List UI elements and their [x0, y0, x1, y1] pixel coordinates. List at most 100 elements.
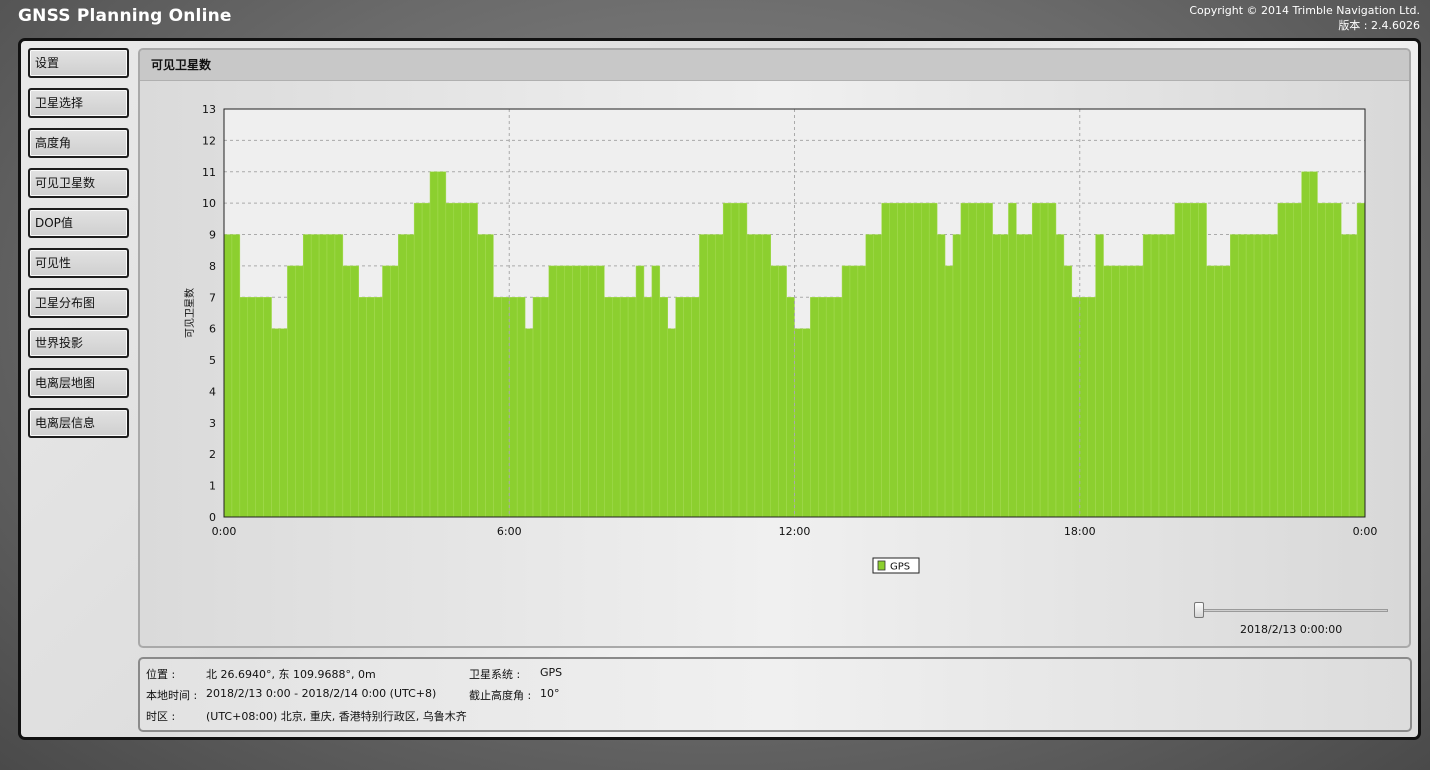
- y-axis-label: 可见卫星数: [183, 288, 196, 338]
- legend-label-gps: GPS: [890, 562, 910, 573]
- bar: [1055, 234, 1065, 518]
- bar: [1293, 202, 1302, 518]
- system-value: GPS: [540, 666, 563, 679]
- bar: [1285, 202, 1294, 518]
- bar: [913, 202, 922, 518]
- bar: [1245, 234, 1255, 518]
- bar: [524, 328, 534, 518]
- bar: [263, 297, 272, 518]
- sidebar-item-world-view[interactable]: 世界投影: [28, 328, 129, 358]
- bar: [1206, 265, 1215, 518]
- bar: [1087, 297, 1096, 518]
- bar: [1150, 234, 1160, 518]
- sidebar-item-ionosphere-map[interactable]: 电离层地图: [28, 368, 129, 398]
- bar: [532, 297, 542, 518]
- bar: [936, 234, 946, 518]
- bar: [421, 202, 431, 518]
- bar: [580, 265, 589, 518]
- bar: [683, 297, 692, 518]
- sidebar-item-ionosphere-info[interactable]: 电离层信息: [28, 408, 129, 438]
- y-tick-label: 11: [202, 166, 216, 179]
- bar: [1103, 265, 1112, 518]
- y-tick-label: 5: [209, 354, 216, 367]
- bar: [1269, 234, 1279, 518]
- y-tick-label: 8: [209, 260, 216, 273]
- bar: [429, 171, 439, 518]
- bar: [1000, 234, 1009, 518]
- sidebar-nav: 设置 卫星选择 高度角 可见卫星数 DOP值 可见性 卫星分布图 世界投影 电离…: [28, 48, 129, 448]
- bar: [556, 265, 565, 518]
- bar: [405, 234, 415, 518]
- bar: [516, 297, 526, 518]
- bar: [469, 202, 478, 518]
- bar: [722, 202, 732, 518]
- bar: [477, 234, 486, 518]
- time-slider-handle[interactable]: [1194, 602, 1204, 618]
- x-tick-label: 0:00: [1353, 525, 1378, 538]
- copyright-text: Copyright © 2014 Trimble Navigation Ltd.: [1189, 4, 1420, 17]
- bar: [310, 234, 320, 518]
- sidebar-item-dop[interactable]: DOP值: [28, 208, 129, 238]
- bar: [635, 265, 645, 518]
- bar: [881, 202, 890, 518]
- bar: [794, 328, 803, 518]
- bar: [271, 328, 280, 518]
- bar: [231, 234, 241, 518]
- bar: [501, 297, 510, 518]
- bar: [984, 202, 993, 518]
- bar: [992, 234, 1001, 518]
- bar: [1333, 202, 1342, 518]
- x-tick-label: 12:00: [779, 525, 811, 538]
- bar: [1063, 265, 1073, 518]
- bar: [302, 234, 312, 518]
- bar: [1008, 202, 1017, 518]
- bar: [1111, 265, 1120, 518]
- x-tick-label: 0:00: [212, 525, 237, 538]
- bar: [1253, 234, 1263, 518]
- bar: [604, 297, 613, 518]
- bar: [1230, 234, 1239, 518]
- bar: [730, 202, 740, 518]
- bar: [382, 265, 391, 518]
- bar: [453, 202, 462, 518]
- bar: [1214, 265, 1223, 518]
- bar: [1317, 202, 1326, 518]
- bar: [715, 234, 724, 518]
- y-tick-label: 7: [209, 291, 216, 304]
- position-value: 北 26.6940°, 东 109.9688°, 0m: [206, 668, 376, 681]
- time-slider-track[interactable]: [1198, 609, 1388, 612]
- bar: [1127, 265, 1136, 518]
- cutoff-label: 截止高度角 :: [469, 689, 532, 702]
- sidebar-item-elevation[interactable]: 高度角: [28, 128, 129, 158]
- bar: [699, 234, 708, 518]
- y-tick-label: 0: [209, 511, 216, 524]
- sidebar-item-skyplot[interactable]: 卫星分布图: [28, 288, 129, 318]
- bar: [818, 297, 827, 518]
- bar: [786, 297, 795, 518]
- bar: [390, 265, 399, 518]
- bar: [667, 328, 676, 518]
- sidebar-item-visibility[interactable]: 可见性: [28, 248, 129, 278]
- bar: [374, 297, 383, 518]
- bar: [1134, 265, 1144, 518]
- bar: [770, 265, 779, 518]
- main-frame: 设置 卫星选择 高度角 可见卫星数 DOP值 可见性 卫星分布图 世界投影 电离…: [18, 38, 1421, 740]
- bar: [239, 297, 249, 518]
- y-tick-label: 6: [209, 323, 216, 336]
- bar: [564, 265, 573, 518]
- bar: [746, 234, 756, 518]
- timezone-label: 时区 :: [146, 710, 176, 723]
- bar: [857, 265, 867, 518]
- bar: [398, 234, 407, 518]
- visible-satellites-chart: 0123456789101112130:00 6:00 12:00 18:00 0:00…: [183, 103, 1378, 574]
- bar: [944, 265, 954, 518]
- bar: [849, 265, 859, 518]
- sidebar-item-visible-satellites[interactable]: 可见卫星数: [28, 168, 129, 198]
- sidebar-item-settings[interactable]: 设置: [28, 48, 129, 78]
- sidebar-item-satellite-selection[interactable]: 卫星选择: [28, 88, 129, 118]
- bar: [928, 202, 938, 518]
- bar: [1261, 234, 1271, 518]
- bar: [738, 202, 748, 518]
- bar: [1325, 202, 1334, 518]
- bar: [1142, 234, 1152, 518]
